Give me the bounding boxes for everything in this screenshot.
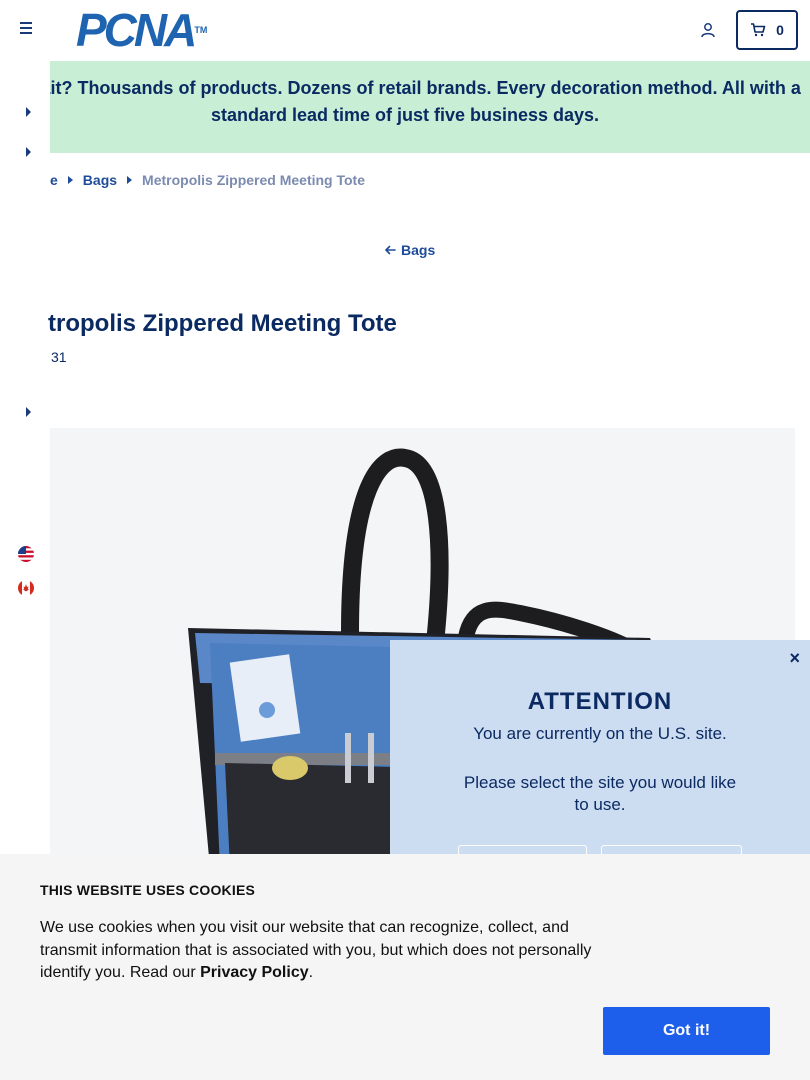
promo-text: y Wait? Thousands of products. Dozens of… (50, 78, 801, 125)
cart-icon (751, 23, 766, 37)
expand-caret-icon[interactable] (26, 407, 31, 417)
pcna-logo[interactable]: PCNATM (76, 7, 208, 53)
select-site-prompt: Please select the site you would like to… (463, 773, 737, 814)
breadcrumb-separator-icon (67, 176, 73, 184)
promo-banner: y Wait? Thousands of products. Dozens of… (50, 61, 810, 153)
breadcrumb-bags[interactable]: Bags (83, 172, 117, 188)
breadcrumb: e Bags Metropolis Zippered Meeting Tote (50, 170, 365, 190)
cookie-banner: THIS WEBSITE USES COOKIES We use cookies… (0, 854, 810, 1080)
site-selection-modal: × ATTENTION You are currently on the U.S… (390, 640, 810, 870)
cookie-heading: THIS WEBSITE USES COOKIES (40, 882, 256, 898)
product-title: tropolis Zippered Meeting Tote (48, 310, 397, 337)
back-link-label: Bags (401, 242, 436, 258)
cookie-body: We use cookies when you visit our websit… (40, 917, 610, 985)
user-icon[interactable] (700, 22, 716, 38)
us-flag-icon[interactable] (18, 546, 34, 562)
expand-caret-icon[interactable] (26, 107, 31, 117)
cart-button[interactable]: 0 (736, 10, 798, 50)
back-to-bags-link[interactable]: Bags (384, 242, 435, 258)
cookie-body-end: . (308, 964, 314, 981)
got-it-button[interactable]: Got it! (603, 1007, 770, 1055)
cart-count: 0 (776, 22, 784, 38)
breadcrumb-current: Metropolis Zippered Meeting Tote (142, 172, 365, 188)
product-sku: 31 (51, 349, 67, 365)
canada-flag-icon[interactable] (18, 580, 34, 596)
current-site-message: You are currently on the U.S. site. (473, 724, 727, 743)
expand-caret-icon[interactable] (26, 147, 31, 157)
site-header: PCNATM 0 (0, 0, 810, 61)
close-icon[interactable]: × (789, 648, 800, 669)
logo-text: PCNA (76, 4, 197, 56)
breadcrumb-separator-icon (127, 176, 133, 184)
attention-heading: ATTENTION (527, 688, 673, 715)
breadcrumb-home[interactable]: e (50, 172, 58, 188)
privacy-policy-link[interactable]: Privacy Policy (200, 964, 309, 981)
logo-tm: TM (194, 25, 208, 35)
cookie-body-text: We use cookies when you visit our websit… (40, 919, 592, 981)
menu-icon[interactable] (20, 22, 36, 38)
arrow-left-icon (385, 245, 396, 255)
